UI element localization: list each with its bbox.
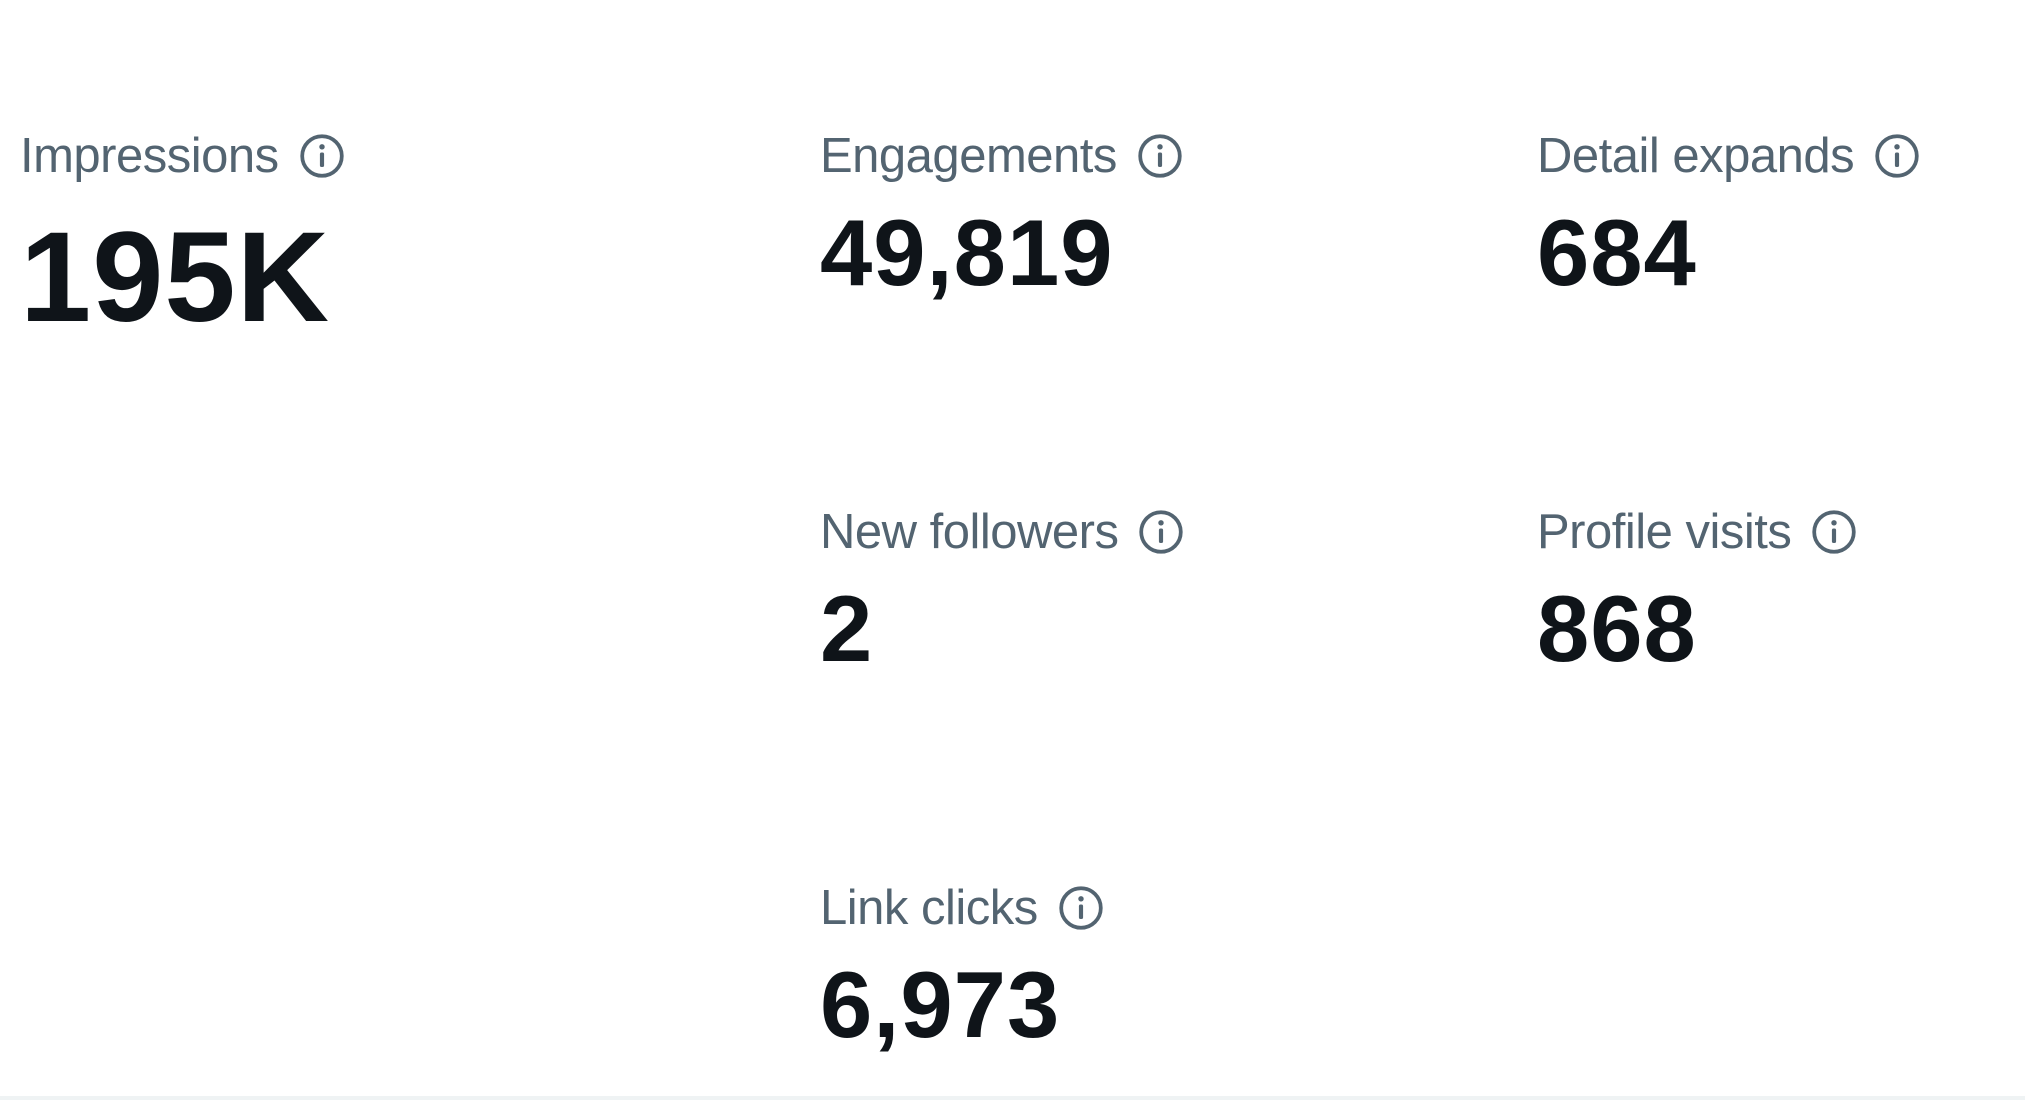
stat-value-engagements: 49,819	[820, 200, 1114, 305]
stat-header: Profile visits	[1537, 502, 1859, 562]
bottom-divider	[0, 1096, 2025, 1100]
stat-header: Impressions	[20, 126, 347, 186]
stat-value-profile-visits: 868	[1537, 576, 1697, 681]
stat-label-impressions: Impressions	[20, 129, 279, 183]
stat-value-link-clicks: 6,973	[820, 952, 1061, 1057]
stat-label-new-followers: New followers	[820, 505, 1119, 559]
stat-value-impressions: 195K	[20, 206, 330, 349]
info-icon[interactable]	[1056, 883, 1106, 933]
stat-link-clicks: Link clicks 6,973	[820, 878, 1106, 1060]
stat-label-engagements: Engagements	[820, 129, 1117, 183]
stat-value-detail-expands: 684	[1537, 200, 1697, 305]
stat-header: Detail expands	[1537, 126, 1922, 186]
info-icon[interactable]	[1809, 507, 1859, 557]
info-icon[interactable]	[1872, 131, 1922, 181]
stat-header: Link clicks	[820, 878, 1106, 938]
info-icon[interactable]	[1135, 131, 1185, 181]
stat-label-link-clicks: Link clicks	[820, 881, 1038, 935]
stat-engagements: Engagements 49,819	[820, 126, 1185, 308]
info-icon[interactable]	[1136, 507, 1186, 557]
stat-value-new-followers: 2	[820, 576, 874, 681]
stat-header: New followers	[820, 502, 1186, 562]
stat-impressions: Impressions 195K	[20, 126, 347, 348]
info-icon[interactable]	[297, 131, 347, 181]
stat-profile-visits: Profile visits 868	[1537, 502, 1859, 684]
stat-label-detail-expands: Detail expands	[1537, 129, 1855, 183]
stat-label-profile-visits: Profile visits	[1537, 505, 1792, 559]
stat-header: Engagements	[820, 126, 1185, 186]
stat-new-followers: New followers 2	[820, 502, 1186, 684]
stat-detail-expands: Detail expands 684	[1537, 126, 1922, 308]
